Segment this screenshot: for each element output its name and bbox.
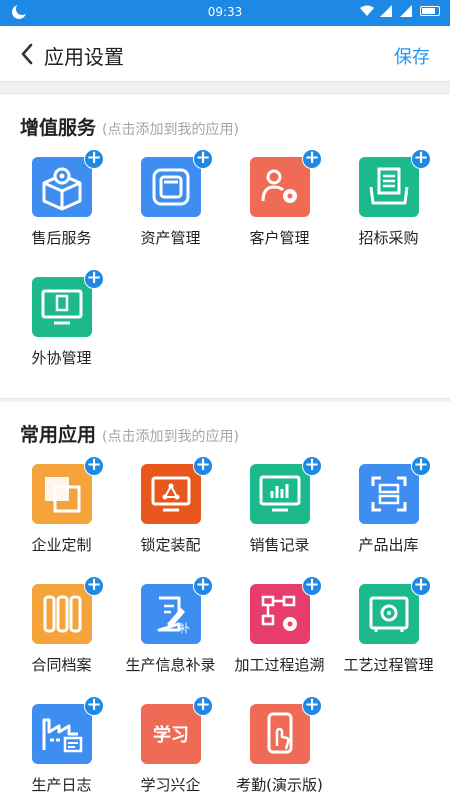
screen-network-icon: [141, 464, 201, 524]
app-label: 生产信息补录: [125, 656, 216, 674]
clipboard-pen-icon: 补: [141, 584, 201, 644]
app-item-process-traceability[interactable]: + 加工过程追溯: [225, 576, 334, 687]
app-item-enterprise-custom[interactable]: + 企业定制: [7, 456, 116, 567]
add-icon[interactable]: +: [84, 149, 104, 169]
back-arrow-icon[interactable]: [18, 42, 38, 66]
add-icon[interactable]: +: [302, 456, 322, 476]
add-icon[interactable]: +: [302, 149, 322, 169]
study-text-icon: 学习: [141, 704, 201, 764]
app-label: 考勤(演示版): [236, 776, 323, 794]
app-label: 资产管理: [140, 229, 201, 247]
squares-icon: [32, 464, 92, 524]
folders-icon: [32, 584, 92, 644]
app-label: 合同档案: [31, 656, 92, 674]
add-icon[interactable]: +: [84, 576, 104, 596]
wifi-icon: [360, 5, 374, 16]
add-icon[interactable]: +: [411, 149, 431, 169]
box-gear-icon: [32, 157, 92, 217]
section-title: 常用应用: [20, 424, 97, 446]
app-item-sales-record[interactable]: + 销售记录: [225, 456, 334, 567]
app-item-outsourcing-management[interactable]: + 外协管理: [7, 269, 116, 380]
add-icon[interactable]: +: [193, 456, 213, 476]
scan-frame-icon: [359, 464, 419, 524]
add-icon[interactable]: +: [84, 269, 104, 289]
svg-text:补: 补: [179, 622, 190, 635]
add-icon[interactable]: +: [302, 696, 322, 716]
add-icon[interactable]: +: [84, 456, 104, 476]
app-bar: 应用设置 保存: [0, 26, 450, 82]
app-label: 外协管理: [31, 349, 92, 367]
app-label: 加工过程追溯: [234, 656, 325, 674]
app-label: 生产日志: [31, 776, 92, 794]
app-label: 产品出库: [358, 536, 419, 554]
status-bar: 09:33: [0, 0, 450, 26]
app-label: 学习兴企: [140, 776, 201, 794]
app-item-production-info-supplement[interactable]: 补 + 生产信息补录: [116, 576, 225, 687]
svg-text:学习: 学习: [153, 724, 189, 746]
section-title: 增值服务: [20, 117, 97, 139]
app-item-asset-management[interactable]: + 资产管理: [116, 149, 225, 260]
app-label: 企业定制: [31, 536, 92, 554]
battery-icon: [420, 6, 440, 16]
monitor-chart-icon: [250, 464, 310, 524]
app-item-contract-archive[interactable]: + 合同档案: [7, 576, 116, 687]
app-label: 招标采购: [358, 229, 419, 247]
common-apps-section: 常用应用 (点击添加到我的应用) + 企业定制 + 锁定装配 + 销售记录 + …: [0, 402, 450, 800]
app-label: 锁定装配: [140, 536, 201, 554]
app-label: 客户管理: [249, 229, 310, 247]
add-icon[interactable]: +: [193, 696, 213, 716]
app-label: 工艺过程管理: [343, 656, 434, 674]
signal-icon: [380, 5, 392, 17]
section-hint: (点击添加到我的应用): [102, 122, 239, 138]
add-icon[interactable]: +: [411, 576, 431, 596]
monitor-document-icon: [32, 277, 92, 337]
section-hint: (点击添加到我的应用): [102, 429, 239, 445]
layers-icon: [141, 157, 201, 217]
app-item-after-sales[interactable]: + 售后服务: [7, 149, 116, 260]
add-icon[interactable]: +: [302, 576, 322, 596]
machine-gear-icon: [359, 584, 419, 644]
value-added-section: 增值服务 (点击添加到我的应用) + 售后服务 + 资产管理 + 客户管理 + …: [0, 95, 450, 398]
add-icon[interactable]: +: [193, 576, 213, 596]
app-item-study-enterprise[interactable]: 学习 + 学习兴企: [116, 696, 225, 807]
phone-touch-icon: [250, 704, 310, 764]
app-label: 售后服务: [31, 229, 92, 247]
app-item-production-log[interactable]: + 生产日志: [7, 696, 116, 807]
factory-icon: [32, 704, 92, 764]
save-button[interactable]: 保存: [394, 43, 430, 69]
app-item-lock-assembly[interactable]: + 锁定装配: [116, 456, 225, 567]
divider: [0, 82, 450, 94]
app-label: 销售记录: [249, 536, 310, 554]
app-item-product-outbound[interactable]: + 产品出库: [334, 456, 443, 567]
page-title: 应用设置: [44, 45, 124, 69]
signal-icon-2: [400, 5, 412, 17]
user-gear-icon: [250, 157, 310, 217]
app-item-bidding-procurement[interactable]: + 招标采购: [334, 149, 443, 260]
status-icons: [360, 5, 440, 17]
add-icon[interactable]: +: [193, 149, 213, 169]
add-icon[interactable]: +: [411, 456, 431, 476]
app-item-customer-management[interactable]: + 客户管理: [225, 149, 334, 260]
add-icon[interactable]: +: [84, 696, 104, 716]
document-basket-icon: [359, 157, 419, 217]
flow-gear-icon: [250, 584, 310, 644]
app-item-craft-process-management[interactable]: + 工艺过程管理: [334, 576, 443, 687]
app-item-attendance-demo[interactable]: + 考勤(演示版): [225, 696, 334, 807]
